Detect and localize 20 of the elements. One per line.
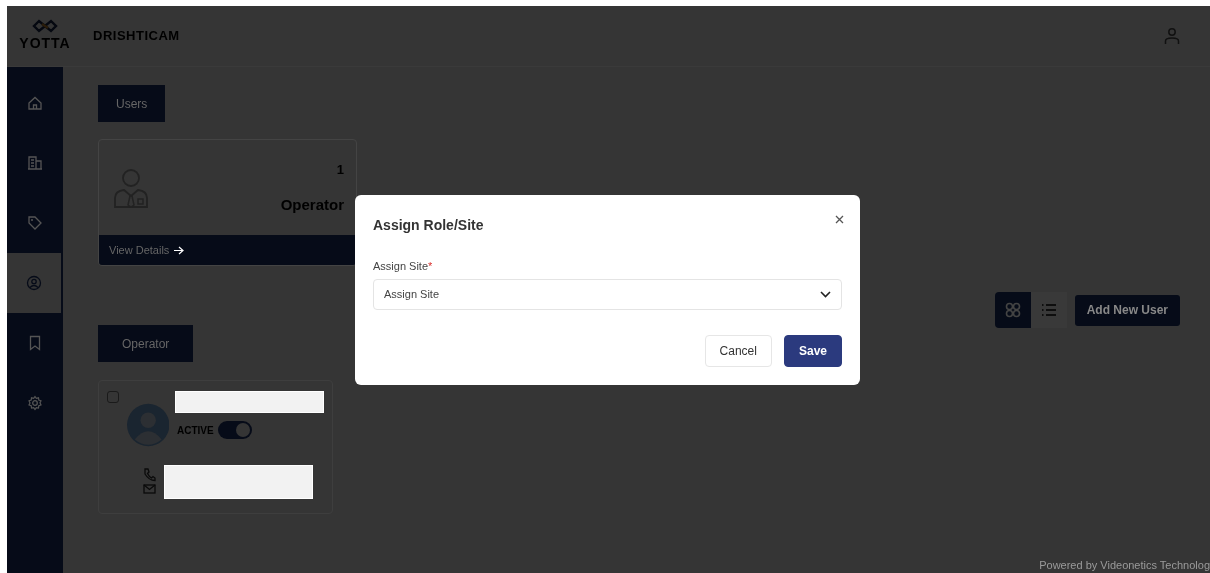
- avatar-icon: [126, 403, 169, 447]
- list-view-icon[interactable]: [1030, 292, 1067, 328]
- add-new-user-button[interactable]: Add New User: [1074, 294, 1180, 326]
- active-toggle[interactable]: [217, 421, 252, 439]
- grid-view-icon[interactable]: [994, 292, 1031, 328]
- select-checkbox[interactable]: [107, 391, 119, 403]
- field-label: Assign Site*: [373, 259, 434, 274]
- assign-site-select[interactable]: Assign Site: [373, 278, 842, 310]
- logo-icon: [32, 18, 58, 33]
- cancel-button[interactable]: Cancel: [704, 334, 772, 367]
- view-details-link[interactable]: View Details: [99, 235, 356, 265]
- users-tab[interactable]: Users: [98, 85, 166, 122]
- user-icon[interactable]: [1164, 27, 1180, 45]
- chevron-down-icon: [820, 290, 831, 298]
- operator-tab[interactable]: Operator: [98, 325, 194, 362]
- dialog-title: Assign Role/Site: [373, 216, 485, 235]
- contact-icons-drawing: [143, 468, 156, 496]
- footer-text: Powered by Videonetics Technolog: [1038, 557, 1210, 573]
- arrow-right-icon: [173, 245, 185, 255]
- save-button[interactable]: Save: [783, 334, 842, 367]
